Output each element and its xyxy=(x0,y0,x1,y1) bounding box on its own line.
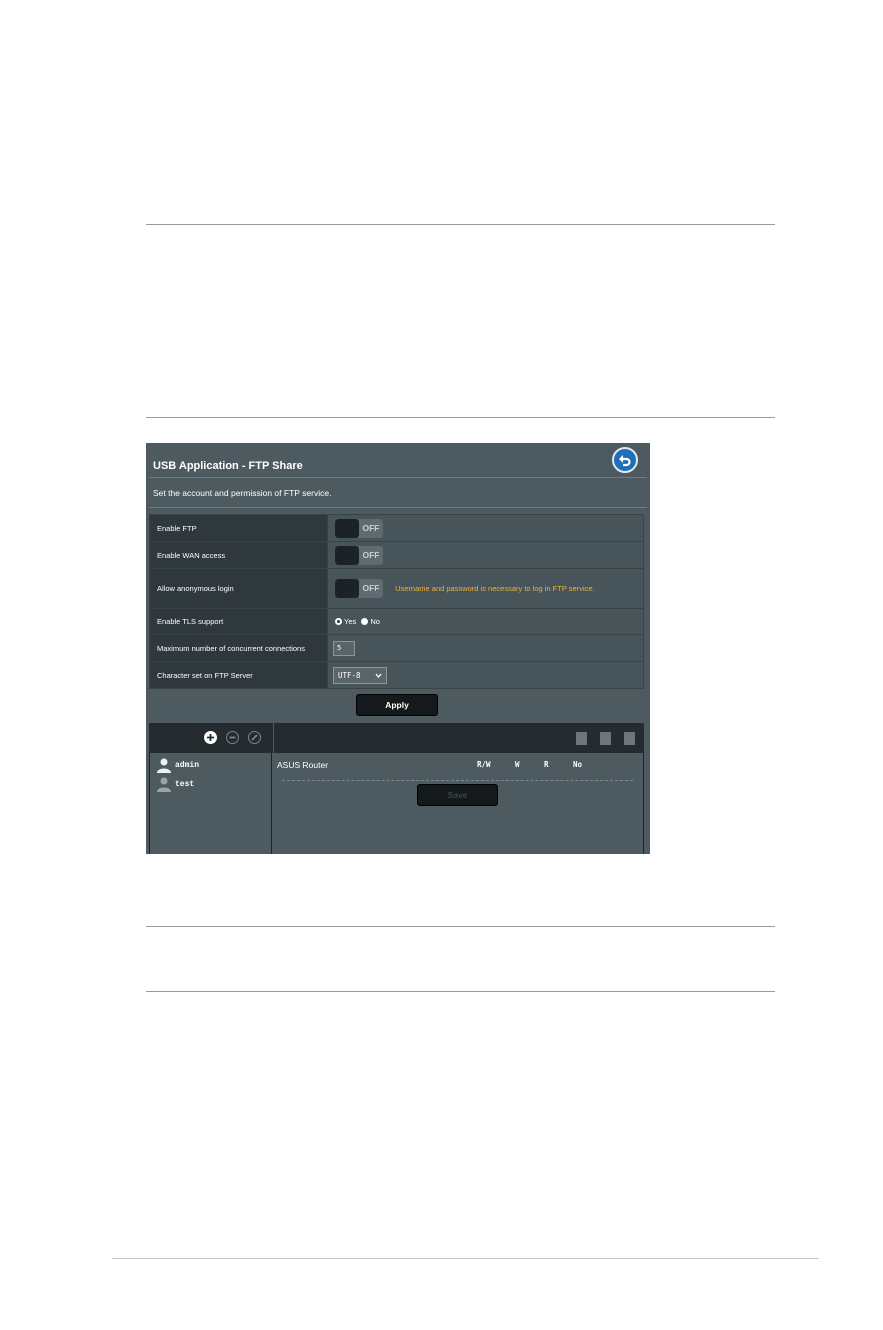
tls-yes-radio[interactable] xyxy=(335,618,342,626)
add-icon xyxy=(207,734,214,741)
setting-label: Allow anonymous login xyxy=(149,568,328,609)
tls-no-radio[interactable] xyxy=(361,618,369,626)
permission-header-rw: R/W xyxy=(477,760,491,769)
add-account-button[interactable] xyxy=(204,731,217,744)
permission-header-r: R xyxy=(544,760,549,769)
account-name: admin xyxy=(175,760,200,770)
ftp-share-panel: USB Application - FTP Share Set the acco… xyxy=(146,443,650,854)
tls-yes-label: Yes xyxy=(344,617,357,627)
setting-label: Character set on FTP Server xyxy=(149,661,328,689)
setting-row-anonymous-login: Allow anonymous login OFF Username and p… xyxy=(149,568,644,609)
permission-area: ASUS Router R/W W R No Save xyxy=(272,753,644,854)
setting-label: Enable FTP xyxy=(149,514,328,542)
tls-no-label: No xyxy=(370,617,380,627)
user-icon xyxy=(157,758,171,773)
user-icon xyxy=(157,777,171,792)
back-arrow-icon xyxy=(619,455,631,467)
enable-ftp-toggle[interactable]: OFF xyxy=(335,518,383,538)
setting-label: Maximum number of concurrent connections xyxy=(149,634,328,662)
setting-row-tls: Enable TLS support Yes No xyxy=(149,608,644,635)
add-folder-icon[interactable] xyxy=(576,732,587,745)
setting-row-enable-wan: Enable WAN access OFF xyxy=(149,541,644,569)
toggle-state: OFF xyxy=(362,583,380,593)
setting-row-charset: Character set on FTP Server UTF-8 xyxy=(149,661,644,689)
setting-label: Enable TLS support xyxy=(149,608,328,635)
divider xyxy=(149,507,647,508)
document-icon[interactable] xyxy=(600,732,611,745)
toggle-knob xyxy=(335,545,359,565)
setting-row-enable-ftp: Enable FTP OFF xyxy=(149,514,644,542)
setting-row-max-connections: Maximum number of concurrent connections xyxy=(149,634,644,662)
document-rule xyxy=(146,417,775,418)
page-description: Set the account and permission of FTP se… xyxy=(153,488,332,498)
footer-rule xyxy=(112,1258,819,1259)
account-name: test xyxy=(175,779,195,789)
anonymous-login-toggle[interactable]: OFF xyxy=(335,579,383,598)
dashed-divider xyxy=(282,780,633,781)
toggle-state: OFF xyxy=(362,549,380,560)
apply-button[interactable]: Apply xyxy=(356,694,438,716)
account-item-admin[interactable]: admin xyxy=(156,756,199,774)
ftp-settings-table: Enable FTP OFF Enable WAN access OFF All… xyxy=(149,514,644,689)
edit-icon xyxy=(251,734,258,741)
toolbar-separator xyxy=(273,723,274,753)
save-button[interactable]: Save xyxy=(417,784,498,806)
divider xyxy=(149,477,647,478)
back-button[interactable] xyxy=(612,447,638,473)
account-item-test[interactable]: test xyxy=(156,775,194,793)
document-rule xyxy=(146,991,775,992)
toggle-knob xyxy=(335,518,359,538)
permission-header-w: W xyxy=(515,760,520,769)
charset-select[interactable]: UTF-8 xyxy=(333,666,387,684)
page-title: USB Application - FTP Share xyxy=(153,460,303,472)
remove-icon xyxy=(229,736,236,739)
toggle-knob xyxy=(335,579,359,598)
toggle-state: OFF xyxy=(362,522,380,533)
enable-wan-toggle[interactable]: OFF xyxy=(335,545,383,565)
account-list: admin test xyxy=(149,753,272,854)
folder-name: ASUS Router xyxy=(277,760,329,770)
permission-header-no: No xyxy=(573,760,583,769)
edit-account-button[interactable] xyxy=(248,731,261,744)
anonymous-login-note: Username and password is necessary to lo… xyxy=(395,584,595,593)
setting-label: Enable WAN access xyxy=(149,541,328,569)
remove-account-button[interactable] xyxy=(226,731,239,744)
max-connections-input[interactable] xyxy=(333,640,355,656)
charset-value: UTF-8 xyxy=(338,670,361,680)
chevron-down-icon xyxy=(375,673,382,678)
account-toolbar xyxy=(149,723,644,753)
document-rule xyxy=(146,926,775,927)
edit-document-icon[interactable] xyxy=(624,732,635,745)
document-rule xyxy=(146,224,775,225)
